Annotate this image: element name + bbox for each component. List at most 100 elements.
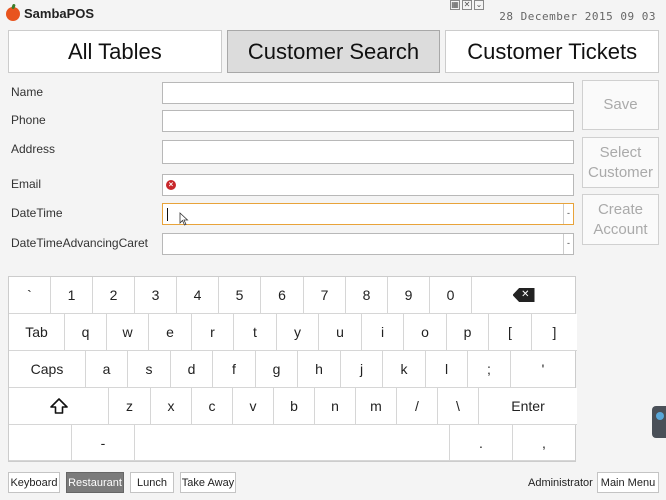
create-account-button[interactable]: Create Account: [582, 194, 659, 245]
key-a[interactable]: a: [86, 351, 128, 388]
text-caret: [167, 208, 168, 221]
key-tab[interactable]: Tab: [9, 314, 65, 351]
shift-icon: [49, 398, 68, 414]
main-menu-button[interactable]: Main Menu: [597, 472, 659, 493]
key-r[interactable]: r: [192, 314, 234, 351]
lunch-button[interactable]: Lunch: [130, 472, 174, 493]
key-shift[interactable]: [9, 388, 109, 425]
key-2[interactable]: 2: [93, 277, 135, 314]
take-away-button[interactable]: Take Away: [180, 472, 236, 493]
tab-customer-tickets[interactable]: Customer Tickets: [445, 30, 660, 73]
key-caps[interactable]: Caps: [9, 351, 86, 388]
datetime-advancing-caret-dropdown-button[interactable]: -: [563, 234, 573, 254]
key-o[interactable]: o: [404, 314, 447, 351]
datetime-advancing-caret-input[interactable]: -: [162, 233, 574, 255]
key-1[interactable]: 1: [51, 277, 93, 314]
key-k[interactable]: k: [383, 351, 426, 388]
tab-customer-search[interactable]: Customer Search: [226, 30, 441, 73]
top-bar: SambaPOS ▦ ✕ ⌄ 28 December 2015 09 03: [0, 0, 666, 28]
datetime-dropdown-button[interactable]: -: [563, 204, 573, 224]
key-w[interactable]: w: [107, 314, 149, 351]
key-backspace[interactable]: ✕: [472, 277, 575, 314]
address-input[interactable]: [162, 140, 574, 164]
key-q[interactable]: q: [65, 314, 107, 351]
sambapos-logo-icon: [6, 6, 20, 21]
key-4[interactable]: 4: [177, 277, 219, 314]
key-h[interactable]: h: [298, 351, 341, 388]
key-z[interactable]: z: [109, 388, 151, 425]
datetime-advancing-caret-row: DateTimeAdvancingCaret -: [8, 231, 576, 255]
key-backslash[interactable]: \: [438, 388, 479, 425]
key-u[interactable]: u: [319, 314, 362, 351]
address-row: Address: [8, 138, 576, 164]
keyboard-row-4: z x c v b n m / \ Enter: [9, 388, 577, 425]
key-0[interactable]: 0: [430, 277, 472, 314]
key-c[interactable]: c: [192, 388, 233, 425]
close-icon[interactable]: ✕: [462, 0, 472, 10]
restaurant-button[interactable]: Restaurant: [66, 472, 124, 493]
select-customer-button[interactable]: Select Customer: [582, 137, 659, 188]
clock: 28 December 2015 09 03: [499, 10, 656, 23]
email-label: Email: [11, 177, 42, 191]
tab-all-tables[interactable]: All Tables: [8, 30, 222, 73]
current-user: Administrator: [528, 477, 593, 489]
name-label: Name: [11, 85, 44, 99]
key-semicolon[interactable]: ;: [468, 351, 511, 388]
key-7[interactable]: 7: [304, 277, 346, 314]
key-quote[interactable]: ': [511, 351, 575, 388]
datetime-advancing-caret-label: DateTimeAdvancingCaret: [11, 236, 148, 250]
key-l[interactable]: l: [426, 351, 468, 388]
save-button[interactable]: Save: [582, 80, 659, 130]
key-9[interactable]: 9: [388, 277, 430, 314]
key-right-bracket[interactable]: ]: [532, 314, 577, 351]
main-tabs: All Tables Customer Search Customer Tick…: [8, 30, 660, 73]
key-5[interactable]: 5: [219, 277, 261, 314]
key-n[interactable]: n: [315, 388, 356, 425]
key-period[interactable]: .: [450, 425, 513, 461]
key-minus[interactable]: -: [72, 425, 135, 461]
key-b[interactable]: b: [274, 388, 315, 425]
key-v[interactable]: v: [233, 388, 274, 425]
key-8[interactable]: 8: [346, 277, 388, 314]
key-m[interactable]: m: [356, 388, 397, 425]
chevron-down-icon[interactable]: ⌄: [474, 0, 484, 10]
mouse-pointer-icon: [179, 212, 189, 226]
key-i[interactable]: i: [362, 314, 404, 351]
name-row: Name: [8, 80, 576, 104]
phone-input[interactable]: [162, 110, 574, 132]
key-slash[interactable]: /: [397, 388, 438, 425]
key-comma[interactable]: ,: [513, 425, 575, 461]
app-logo: SambaPOS: [6, 6, 94, 21]
error-icon: ×: [166, 180, 176, 190]
keyboard-row-5-keys: - . ,: [8, 425, 576, 462]
window-controls: ▦ ✕ ⌄: [450, 0, 486, 12]
grid-icon[interactable]: ▦: [450, 0, 460, 10]
key-y[interactable]: y: [277, 314, 319, 351]
keyboard-button[interactable]: Keyboard: [8, 472, 60, 493]
key-p[interactable]: p: [447, 314, 489, 351]
email-row: Email ×: [8, 172, 576, 196]
name-input[interactable]: [162, 82, 574, 104]
key-left-bracket[interactable]: [: [489, 314, 532, 351]
key-x[interactable]: x: [151, 388, 192, 425]
key-6[interactable]: 6: [261, 277, 304, 314]
bottom-bar: Keyboard Restaurant Lunch Take Away Admi…: [0, 472, 666, 496]
key-blank-left[interactable]: [9, 425, 72, 461]
email-input[interactable]: ×: [162, 174, 574, 196]
keyboard-row-2: Tab q w e r t y u i o p [ ]: [9, 314, 577, 351]
app-name: SambaPOS: [24, 6, 95, 21]
key-s[interactable]: s: [128, 351, 171, 388]
key-j[interactable]: j: [341, 351, 383, 388]
key-d[interactable]: d: [171, 351, 213, 388]
datetime-input[interactable]: -: [162, 203, 574, 225]
key-enter[interactable]: Enter: [479, 388, 577, 425]
key-space[interactable]: [135, 425, 450, 461]
key-e[interactable]: e: [149, 314, 192, 351]
key-3[interactable]: 3: [135, 277, 177, 314]
key-backtick[interactable]: `: [9, 277, 51, 314]
side-widget-icon[interactable]: [652, 406, 666, 438]
key-t[interactable]: t: [234, 314, 277, 351]
key-g[interactable]: g: [256, 351, 298, 388]
phone-row: Phone: [8, 108, 576, 132]
key-f[interactable]: f: [213, 351, 256, 388]
